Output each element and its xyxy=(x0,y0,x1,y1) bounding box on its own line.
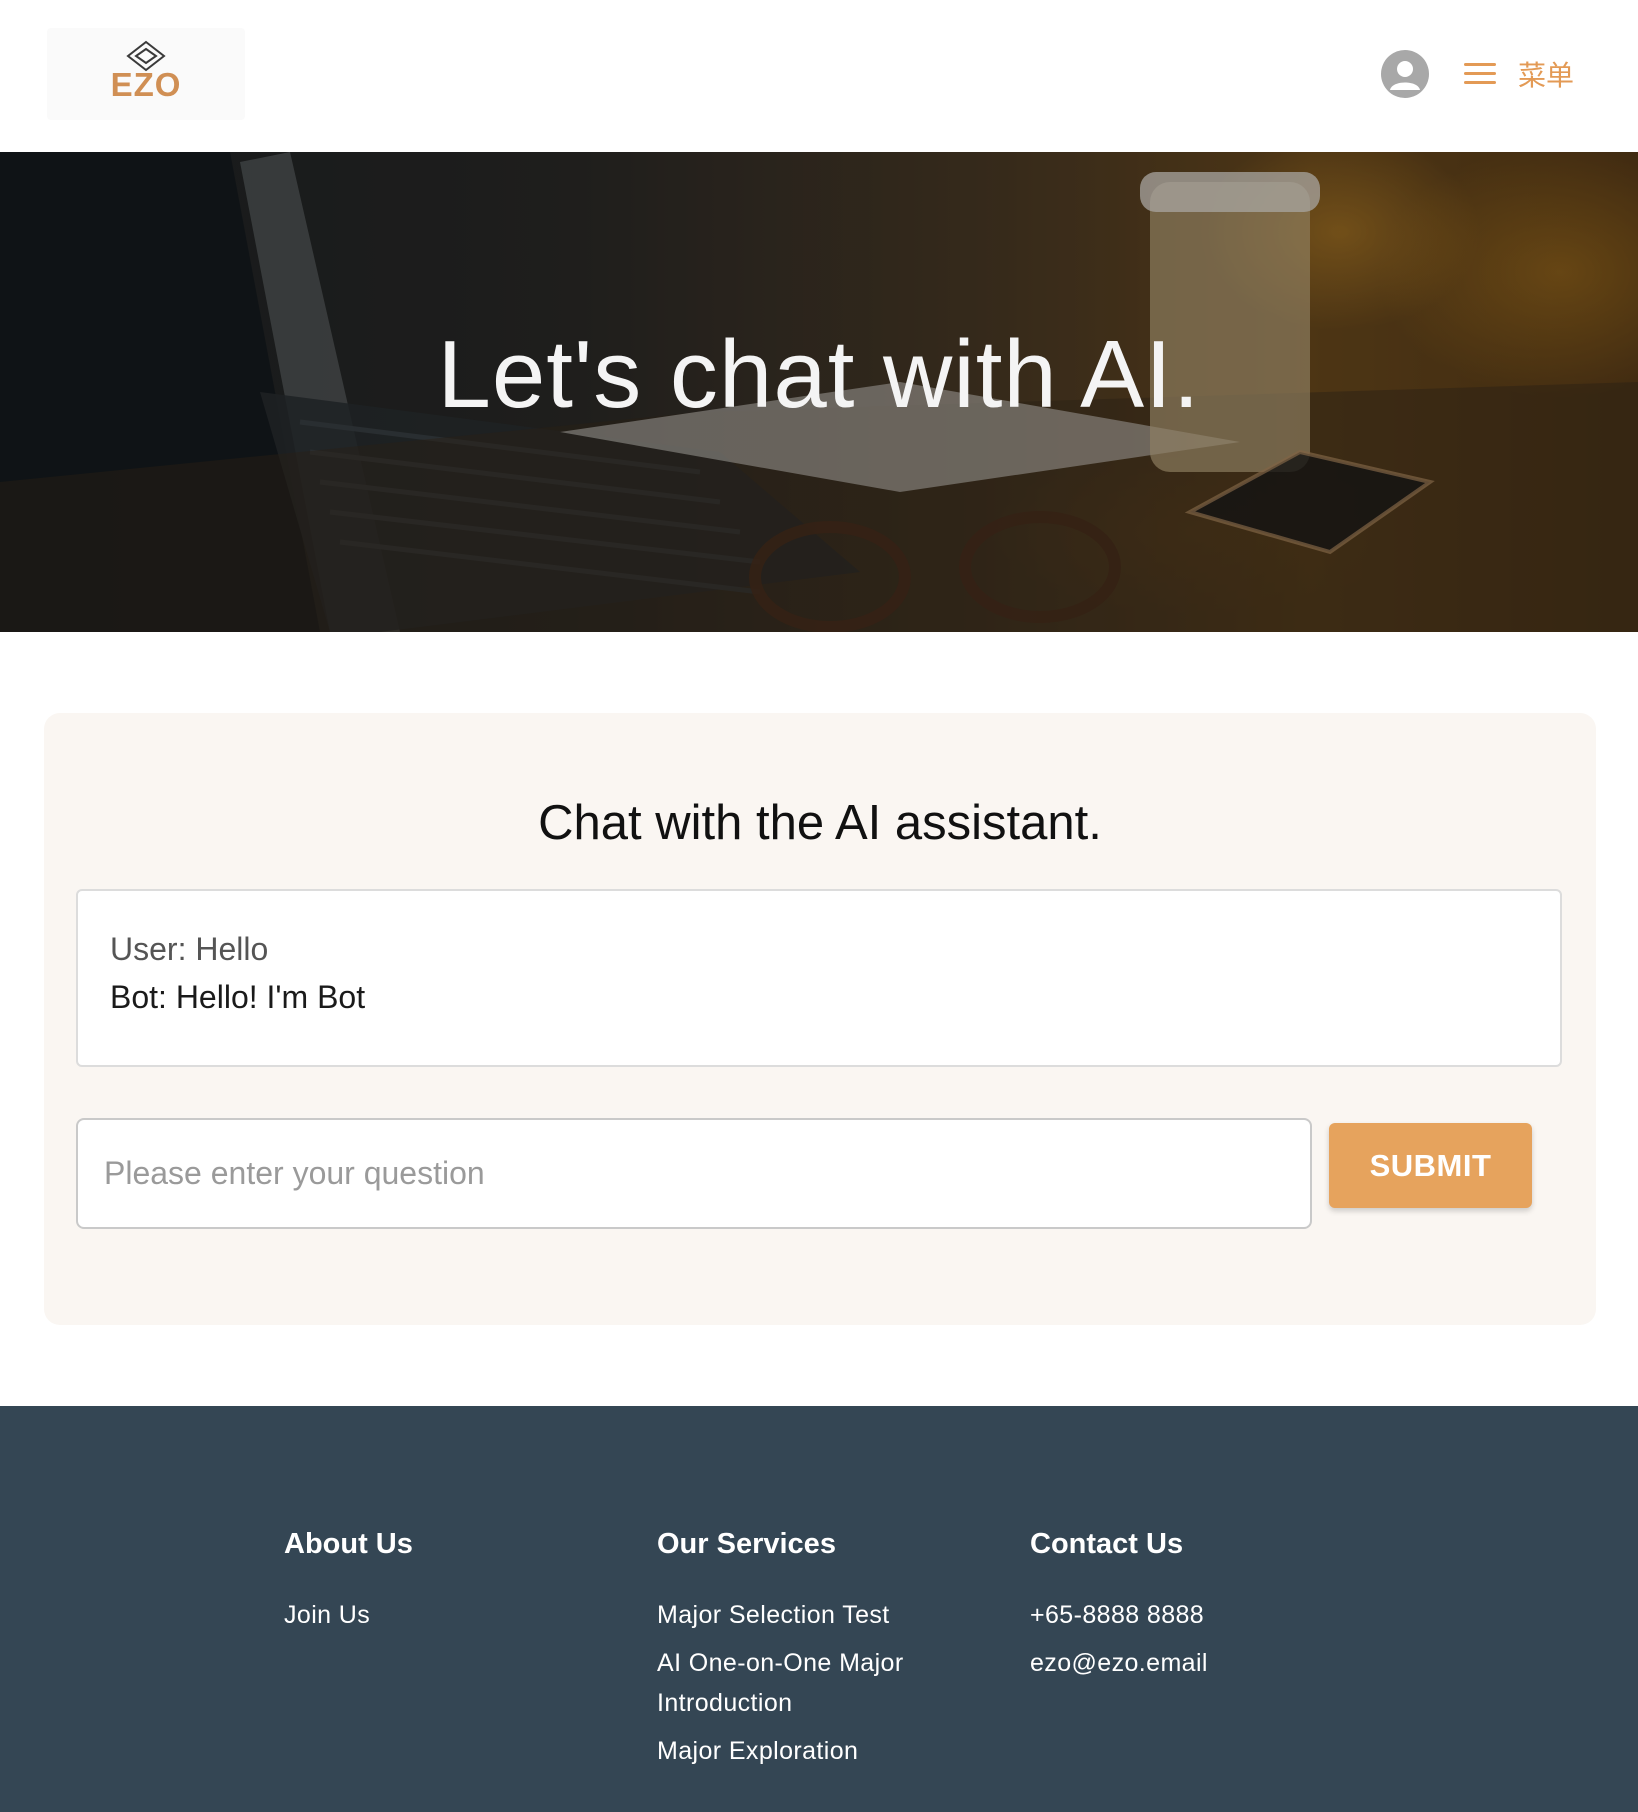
menu-button[interactable]: 菜单 xyxy=(1464,50,1574,98)
footer-about-column: About Us Join Us xyxy=(284,1528,413,1643)
footer-link-ai-major-introduction[interactable]: AI One-on-One Major Introduction xyxy=(657,1643,917,1723)
footer-heading-services: Our Services xyxy=(657,1528,836,1560)
hero-banner: Let's chat with AI. xyxy=(0,152,1638,632)
footer-link-join-us[interactable]: Join Us xyxy=(284,1595,413,1635)
menu-label: 菜单 xyxy=(1518,59,1575,92)
question-input[interactable] xyxy=(76,1118,1312,1229)
submit-button[interactable]: SUBMIT xyxy=(1329,1123,1532,1208)
footer-link-major-exploration[interactable]: Major Exploration xyxy=(657,1731,917,1771)
hamburger-menu-icon xyxy=(1464,60,1498,88)
footer-contact-column: Contact Us +65-8888 8888 ezo@ezo.email xyxy=(1030,1528,1208,1691)
logo[interactable]: EZO xyxy=(47,28,245,120)
footer-services-column: Our Services Major Selection Test AI One… xyxy=(657,1528,917,1779)
bot-message: Bot: Hello! I'm Bot xyxy=(110,979,366,1015)
chat-history: User: Hello Bot: Hello! I'm Bot xyxy=(76,889,1562,1067)
chat-panel: Chat with the AI assistant. User: Hello … xyxy=(44,713,1596,1325)
hero-title: Let's chat with AI. xyxy=(437,321,1201,428)
user-avatar-icon[interactable] xyxy=(1381,50,1429,98)
site-header: EZO 菜单 xyxy=(0,0,1638,152)
footer-heading-about: About Us xyxy=(284,1528,413,1560)
footer-link-major-selection-test[interactable]: Major Selection Test xyxy=(657,1595,917,1635)
logo-text: EZO xyxy=(110,66,182,103)
chat-title: Chat with the AI assistant. xyxy=(538,796,1102,850)
site-footer: About Us Join Us Our Services Major Sele… xyxy=(0,1406,1638,1812)
footer-email[interactable]: ezo@ezo.email xyxy=(1030,1643,1208,1683)
user-message: User: Hello xyxy=(110,931,269,967)
footer-heading-contact: Contact Us xyxy=(1030,1528,1184,1560)
footer-phone[interactable]: +65-8888 8888 xyxy=(1030,1595,1208,1635)
